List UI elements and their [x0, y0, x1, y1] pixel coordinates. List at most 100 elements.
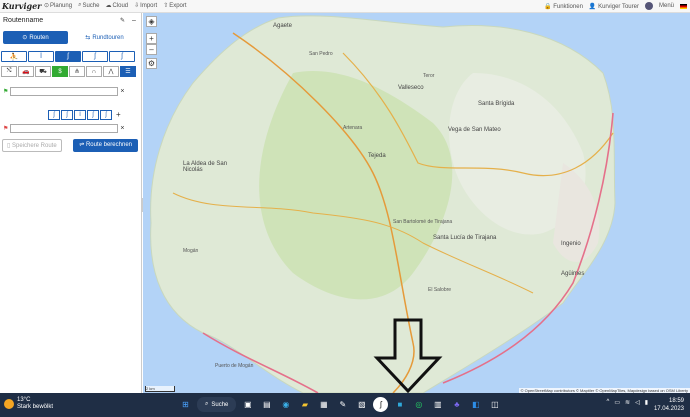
nav-planning[interactable]: ⊙ Planung [44, 2, 73, 10]
map-label: San Pedro [309, 51, 333, 57]
battery-icon[interactable]: ▮ [645, 399, 648, 406]
tab-label: Routen [29, 34, 49, 41]
system-tray: ^ ▭ ≋ ◁ ▮ [607, 399, 648, 406]
windows-start-icon[interactable]: ⊞ [178, 397, 193, 412]
store-icon[interactable]: ▦ [316, 397, 331, 412]
nav-search[interactable]: ⌕ Suche [78, 2, 99, 9]
route-type-tabs: ⊙ Routen ⇆ Rundtouren [3, 31, 137, 44]
photos-icon[interactable]: ▧ [354, 397, 369, 412]
add-waypoint-icon[interactable]: + [116, 110, 121, 120]
weather-icon [4, 399, 14, 409]
settings-sliders-icon[interactable]: ☰ [120, 66, 136, 77]
tunnel-icon[interactable]: ∩ [86, 66, 102, 77]
segment-curve-3-icon[interactable]: ǀ [74, 110, 86, 120]
car-alt-icon[interactable]: ⛟ [35, 66, 51, 77]
teams-icon[interactable]: ♣ [449, 397, 464, 412]
map-label: Puerto de Mogán [215, 363, 254, 369]
straight-road-icon[interactable]: ǀ [28, 51, 54, 62]
loop-icon: ⇆ [85, 35, 91, 41]
tab-round-trips[interactable]: ⇆ Rundtouren [72, 31, 137, 44]
pencil-icon[interactable]: ✎ [120, 17, 125, 24]
import-icon: ⇩ [134, 3, 140, 9]
app-icon[interactable]: ■ [392, 397, 407, 412]
taskbar-search[interactable]: ⌕ Suche [197, 397, 237, 412]
search-icon: ⌕ [78, 2, 82, 8]
file-explorer-icon[interactable]: ▰ [297, 397, 312, 412]
edge-icon[interactable]: ◉ [278, 397, 293, 412]
nav-label: Planung [50, 2, 73, 9]
system-clock[interactable]: 18:59 17.04.2023 [654, 397, 684, 413]
tab-label: Rundtouren [92, 34, 124, 41]
segment-curve-4-icon[interactable]: ʃ [87, 110, 99, 120]
functions-label: Funktionen [553, 3, 583, 10]
map-view[interactable]: ◈ + – ⚙ Agaete San Pedro Valleseco Santa… [143, 13, 690, 393]
avoid-options: ⤭ 🚗 ⛟ $ ⋔ ∩ ⋀ ☰ [1, 66, 136, 77]
menu-link[interactable]: Menü [659, 3, 674, 9]
start-point-input[interactable] [10, 86, 119, 96]
map-label: Agüimes [561, 271, 585, 277]
gear-icon[interactable]: ⚙ [146, 58, 157, 69]
layers-icon[interactable]: ◈ [146, 16, 157, 27]
save-route-button[interactable]: ▯ Speichere Route [2, 139, 62, 152]
task-view-icon[interactable]: ▣ [240, 397, 255, 412]
collapse-panel-icon[interactable]: – [132, 17, 136, 24]
route-name-field[interactable]: Routenname [3, 17, 43, 24]
app-logo[interactable]: Kurviger [2, 1, 41, 11]
calculate-route-button[interactable]: ⇌ Route berechnen [73, 139, 138, 152]
app-icon[interactable]: ▥ [430, 397, 445, 412]
segment-curve-1-icon[interactable]: ʃ [48, 110, 60, 120]
top-right-menu: 🔒 Funktionen 👤 Kurviger Tourer Menü [544, 2, 687, 10]
motorcycle-icon[interactable]: ⛹ [1, 51, 27, 62]
highway-icon[interactable]: ⋔ [69, 66, 85, 77]
wifi-icon[interactable]: ≋ [625, 399, 630, 406]
waypoint-end-row: ⚑ × [3, 123, 141, 133]
segment-curve-2-icon[interactable]: ʃ [61, 110, 73, 120]
end-point-input[interactable] [10, 123, 119, 133]
file-icon: ▯ [7, 143, 11, 149]
map-label: Vega de San Mateo [448, 127, 501, 133]
outlook-icon[interactable]: ◧ [468, 397, 483, 412]
functions-link[interactable]: 🔒 Funktionen [544, 3, 583, 10]
chevron-up-icon[interactable]: ^ [607, 399, 610, 406]
nav-import[interactable]: ⇩ Import [134, 2, 158, 10]
clear-end-icon[interactable]: × [120, 125, 124, 132]
zoom-in-button[interactable]: + [146, 33, 157, 44]
date: 17.04.2023 [653, 406, 684, 412]
cloud-icon: ☁ [105, 3, 112, 9]
top-navigation-bar: Kurviger ⊙ Planung ⌕ Suche ☁ Cloud ⇩ Import … [0, 0, 690, 13]
car-icon[interactable]: 🚗 [18, 66, 34, 77]
nav-export[interactable]: ⇧ Export [163, 2, 186, 10]
toll-icon[interactable]: $ [52, 66, 68, 77]
weather-widget[interactable]: 13°C Stark bewölkt [4, 397, 53, 411]
app-icon[interactable]: ◫ [487, 397, 502, 412]
german-flag-icon[interactable] [680, 3, 687, 9]
windows-taskbar: 13°C Stark bewölkt ⊞ ⌕ Suche ▣ ▤ ◉ ▰ ▦ ✎ … [0, 393, 690, 417]
map-scale: 2 km [145, 386, 175, 392]
end-marker-icon: ⚑ [3, 125, 9, 132]
temperature: 13°C [17, 397, 31, 403]
tab-routes[interactable]: ⊙ Routen [3, 31, 68, 44]
road-icon[interactable]: ⋀ [103, 66, 119, 77]
whatsapp-icon[interactable]: ◎ [411, 397, 426, 412]
down-arrow-annotation [373, 318, 443, 393]
very-curvy-road-icon[interactable]: ʃ [82, 51, 108, 62]
extreme-curvy-road-icon[interactable]: ʃ [109, 51, 135, 62]
nav-cloud[interactable]: ☁ Cloud [105, 2, 128, 10]
chat-icon[interactable]: ▤ [259, 397, 274, 412]
app-icon[interactable]: ✎ [335, 397, 350, 412]
user-link[interactable]: 👤 Kurviger Tourer [589, 3, 639, 10]
shuffle-icon[interactable]: ⤭ [1, 66, 17, 77]
nav-label: Import [140, 2, 158, 9]
curviness-selector: ⛹ ǀ ʃ ʃ ʃ [1, 51, 135, 62]
curvy-road-icon[interactable]: ʃ [55, 51, 81, 62]
waypoint-segment-options: ʃ ʃ ǀ ʃ ʃ + [48, 110, 121, 120]
user-label: Kurviger Tourer [598, 3, 639, 10]
segment-curve-5-icon[interactable]: ʃ [100, 110, 112, 120]
kurviger-app-icon[interactable]: ʃ [373, 397, 389, 412]
zoom-out-button[interactable]: – [146, 44, 157, 55]
avatar[interactable] [644, 2, 653, 10]
taskbar-apps: ⊞ ⌕ Suche ▣ ▤ ◉ ▰ ▦ ✎ ▧ ʃ ■ ◎ ▥ ♣ ◧ ◫ [178, 397, 502, 412]
clear-start-icon[interactable]: × [120, 88, 124, 95]
volume-icon[interactable]: ◁ [635, 399, 640, 406]
monitor-icon[interactable]: ▭ [614, 399, 620, 406]
